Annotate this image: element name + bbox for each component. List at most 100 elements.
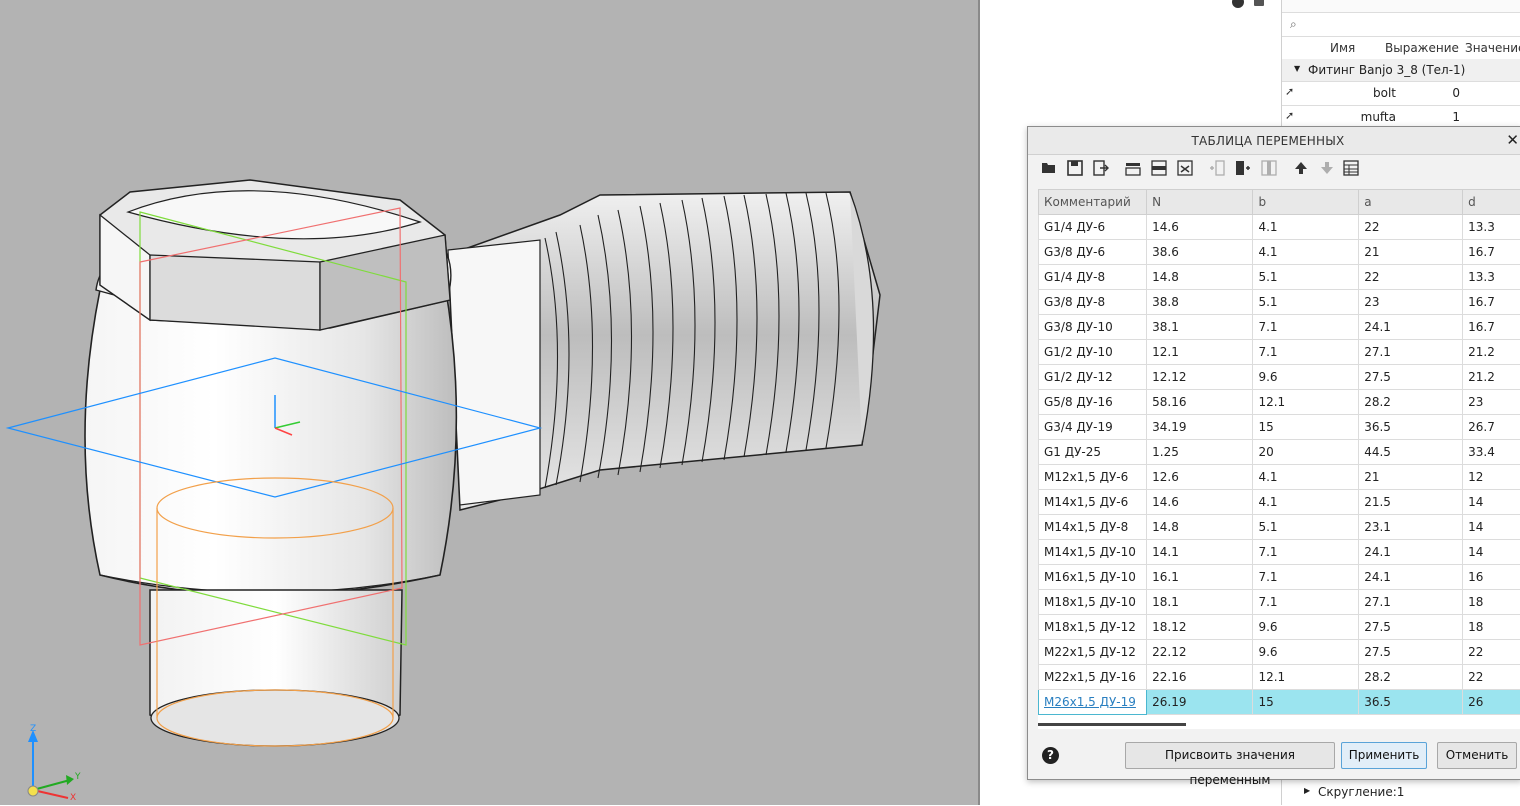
value-cell[interactable]: 38.6 — [1147, 240, 1253, 265]
value-cell[interactable]: 7.1 — [1253, 590, 1359, 615]
comment-cell[interactable]: G3/8 ДУ-8 — [1039, 290, 1147, 315]
value-cell[interactable]: 7.1 — [1253, 540, 1359, 565]
value-cell[interactable]: 14.8 — [1147, 515, 1253, 540]
value-cell[interactable]: 4.1 — [1253, 215, 1359, 240]
value-cell[interactable]: 4.1 — [1253, 240, 1359, 265]
column-header[interactable]: b — [1253, 190, 1359, 215]
comment-cell[interactable]: G3/8 ДУ-6 — [1039, 240, 1147, 265]
value-cell[interactable]: 22.16 — [1147, 665, 1253, 690]
comment-cell[interactable]: M18x1,5 ДУ-12 — [1039, 615, 1147, 640]
value-cell[interactable]: 24.1 — [1359, 565, 1463, 590]
table-row[interactable]: M12x1,5 ДУ-612.64.12112 — [1039, 465, 1520, 490]
value-cell[interactable]: 5.1 — [1253, 515, 1359, 540]
value-cell[interactable]: 16.7 — [1463, 290, 1520, 315]
table-row[interactable]: G1/2 ДУ-1212.129.627.521.2 — [1039, 365, 1520, 390]
apply-button[interactable]: Применить — [1341, 742, 1427, 769]
value-cell[interactable]: 26 — [1463, 690, 1520, 715]
value-cell[interactable]: 22 — [1463, 665, 1520, 690]
comment-cell[interactable]: M26x1,5 ДУ-19 — [1039, 690, 1147, 715]
value-cell[interactable]: 23 — [1463, 390, 1520, 415]
value-cell[interactable]: 5.1 — [1253, 290, 1359, 315]
table-row[interactable]: G1/4 ДУ-814.85.12213.3 — [1039, 265, 1520, 290]
value-cell[interactable]: 28.2 — [1359, 665, 1463, 690]
dialog-titlebar[interactable]: ТАБЛИЦА ПЕРЕМЕННЫХ ✕ — [1028, 127, 1520, 155]
table-row[interactable]: M26x1,5 ДУ-1926.191536.526 — [1039, 690, 1520, 715]
value-cell[interactable]: 13.3 — [1463, 265, 1520, 290]
insert-column-after-icon[interactable] — [1234, 159, 1252, 177]
table-row[interactable]: G1 ДУ-251.252044.533.4 — [1039, 440, 1520, 465]
column-header[interactable]: Комментарий — [1039, 190, 1147, 215]
value-cell[interactable]: 27.1 — [1359, 590, 1463, 615]
horizontal-scrollbar[interactable] — [1038, 723, 1186, 726]
value-cell[interactable]: 18 — [1463, 615, 1520, 640]
cancel-button[interactable]: Отменить — [1437, 742, 1517, 769]
value-cell[interactable]: 21 — [1359, 465, 1463, 490]
value-cell[interactable]: 9.6 — [1253, 615, 1359, 640]
variables-grid[interactable]: Комментарий N b a d G1/4 ДУ-614.64.12213… — [1038, 189, 1520, 715]
collapse-triangle-icon[interactable]: ▶ — [1304, 786, 1310, 795]
table-row[interactable]: M16x1,5 ДУ-1016.17.124.116 — [1039, 565, 1520, 590]
value-cell[interactable]: 36.5 — [1359, 690, 1463, 715]
comment-cell[interactable]: G5/8 ДУ-16 — [1039, 390, 1147, 415]
value-cell[interactable]: 15 — [1253, 690, 1359, 715]
value-cell[interactable]: 12.1 — [1147, 340, 1253, 365]
comment-cell[interactable]: M14x1,5 ДУ-10 — [1039, 540, 1147, 565]
value-cell[interactable]: 16.1 — [1147, 565, 1253, 590]
value-cell[interactable]: 18.1 — [1147, 590, 1253, 615]
value-cell[interactable]: 15 — [1253, 415, 1359, 440]
value-cell[interactable]: 21.5 — [1359, 490, 1463, 515]
value-cell[interactable]: 20 — [1253, 440, 1359, 465]
value-cell[interactable]: 7.1 — [1253, 315, 1359, 340]
value-cell[interactable]: 7.1 — [1253, 565, 1359, 590]
value-cell[interactable]: 21.2 — [1463, 365, 1520, 390]
value-cell[interactable]: 28.2 — [1359, 390, 1463, 415]
value-cell[interactable]: 21 — [1359, 240, 1463, 265]
value-cell[interactable]: 12 — [1463, 465, 1520, 490]
value-cell[interactable]: 9.6 — [1253, 640, 1359, 665]
variable-value[interactable]: 1 — [1354, 110, 1460, 124]
value-cell[interactable]: 14 — [1463, 540, 1520, 565]
value-cell[interactable]: 18.12 — [1147, 615, 1253, 640]
value-cell[interactable]: 9.6 — [1253, 365, 1359, 390]
table-row[interactable]: G3/4 ДУ-1934.191536.526.7 — [1039, 415, 1520, 440]
column-header[interactable]: d — [1463, 190, 1520, 215]
value-cell[interactable]: 24.1 — [1359, 315, 1463, 340]
value-cell[interactable]: 4.1 — [1253, 490, 1359, 515]
value-cell[interactable]: 26.19 — [1147, 690, 1253, 715]
3d-viewport[interactable]: Z Y X — [0, 0, 978, 805]
delete-row-icon[interactable] — [1176, 159, 1194, 177]
value-cell[interactable]: 14.8 — [1147, 265, 1253, 290]
value-cell[interactable]: 14.1 — [1147, 540, 1253, 565]
value-cell[interactable]: 44.5 — [1359, 440, 1463, 465]
table-row[interactable]: M22x1,5 ДУ-1222.129.627.522 — [1039, 640, 1520, 665]
comment-cell[interactable]: G1/4 ДУ-8 — [1039, 265, 1147, 290]
value-cell[interactable]: 22.12 — [1147, 640, 1253, 665]
value-cell[interactable]: 21.2 — [1463, 340, 1520, 365]
value-cell[interactable]: 4.1 — [1253, 465, 1359, 490]
open-icon[interactable] — [1040, 159, 1058, 177]
move-down-icon[interactable] — [1318, 159, 1336, 177]
variables-search[interactable]: ⌕ — [1282, 12, 1520, 37]
delete-column-icon[interactable] — [1260, 159, 1278, 177]
value-cell[interactable]: 23 — [1359, 290, 1463, 315]
value-cell[interactable]: 58.16 — [1147, 390, 1253, 415]
value-cell[interactable]: 27.5 — [1359, 615, 1463, 640]
value-cell[interactable]: 14.6 — [1147, 215, 1253, 240]
value-cell[interactable]: 12.12 — [1147, 365, 1253, 390]
comment-cell[interactable]: M12x1,5 ДУ-6 — [1039, 465, 1147, 490]
value-cell[interactable]: 38.8 — [1147, 290, 1253, 315]
insert-column-before-icon[interactable] — [1208, 159, 1226, 177]
save-icon[interactable] — [1066, 159, 1084, 177]
value-cell[interactable]: 12.1 — [1253, 390, 1359, 415]
table-row[interactable]: M22x1,5 ДУ-1622.1612.128.222 — [1039, 665, 1520, 690]
comment-cell[interactable]: G1/2 ДУ-10 — [1039, 340, 1147, 365]
value-cell[interactable]: 16.7 — [1463, 315, 1520, 340]
value-cell[interactable]: 14.6 — [1147, 490, 1253, 515]
table-row[interactable]: M14x1,5 ДУ-614.64.121.514 — [1039, 490, 1520, 515]
value-cell[interactable]: 34.19 — [1147, 415, 1253, 440]
table-row[interactable]: M18x1,5 ДУ-1218.129.627.518 — [1039, 615, 1520, 640]
table-settings-icon[interactable] — [1342, 159, 1360, 177]
value-cell[interactable]: 16 — [1463, 565, 1520, 590]
value-cell[interactable]: 12.6 — [1147, 465, 1253, 490]
value-cell[interactable]: 14 — [1463, 515, 1520, 540]
